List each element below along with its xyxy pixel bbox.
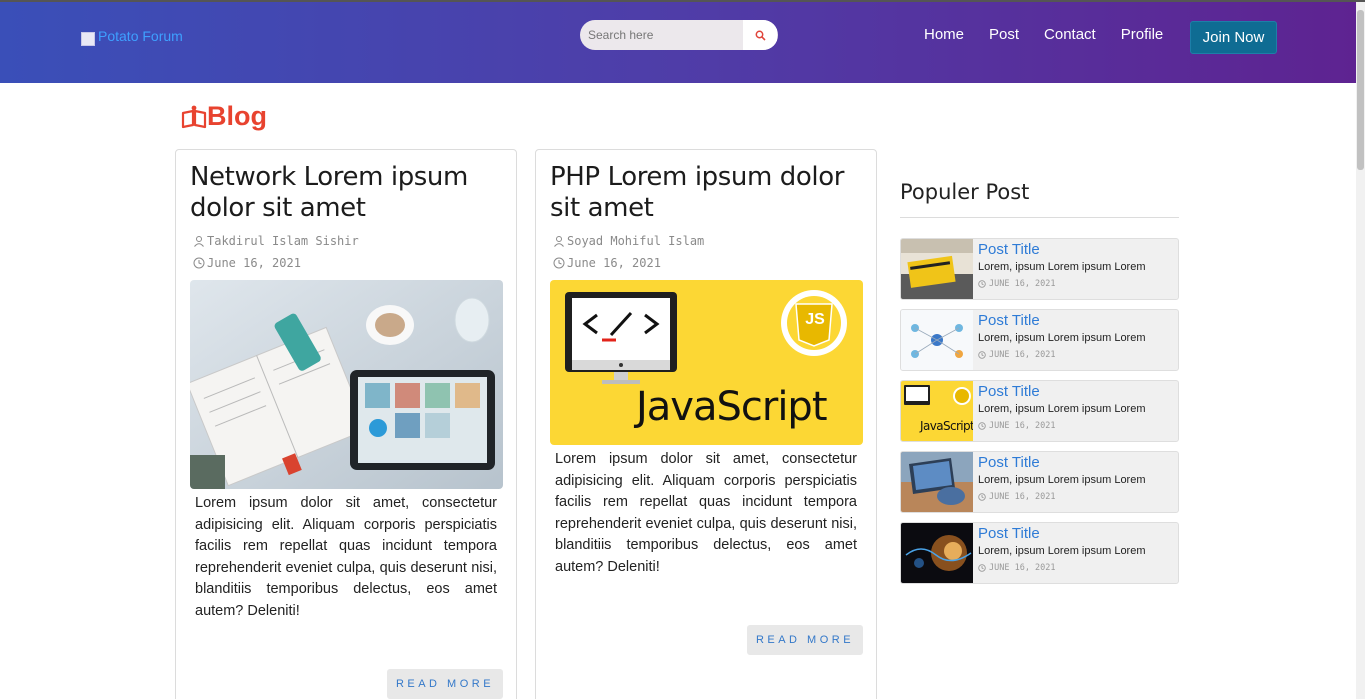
post-title[interactable]: PHP Lorem ipsum dolor sit amet [550,162,870,224]
search-button[interactable] [743,20,777,50]
post-thumbnail [901,239,973,299]
popular-post-desc: Lorem, ipsum Lorem ipsum Lorem [978,261,1146,273]
post-body: Lorem ipsum dolor sit amet, consectetur … [195,495,497,619]
post-body: Lorem ipsum dolor sit amet, consectetur … [555,451,857,575]
main-nav: Home Post Contact Profile [924,21,1188,49]
popular-posts-sidebar: Populer Post Post Title Lorem, ipsum Lor… [900,180,1179,584]
search-icon [755,30,766,41]
clock-icon [978,280,986,288]
popular-post-item[interactable]: Post Title Lorem, ipsum Lorem ipsum Lore… [900,309,1179,371]
author-name: Takdirul Islam Sishir [207,234,359,248]
date-text: JUNE 16, 2021 [989,492,1056,502]
popular-post-desc: Lorem, ipsum Lorem ipsum Lorem [978,332,1146,344]
clock-icon [978,493,986,501]
image-badge-text: JS [805,311,825,328]
date-text: JUNE 16, 2021 [989,350,1056,360]
date-text: JUNE 16, 2021 [989,563,1056,573]
read-more-button[interactable]: READ MORE [387,669,503,699]
popular-post-title[interactable]: Post Title [978,525,1040,542]
post-thumbnail [901,310,973,370]
post-thumbnail [901,452,973,512]
post-date: June 16, 2021 [193,256,301,270]
broken-logo-icon [81,32,95,46]
date-text: JUNE 16, 2021 [989,279,1056,289]
nav-post[interactable]: Post [989,21,1019,49]
brand-text: Potato Forum [98,28,183,44]
post-author: Soyad Mohiful Islam [553,234,704,248]
popular-post-date: JUNE 16, 2021 [978,492,1056,502]
post-author: Takdirul Islam Sishir [193,234,359,248]
clock-icon [978,422,986,430]
popular-post-desc: Lorem, ipsum Lorem ipsum Lorem [978,545,1146,557]
thumbnail-caption: JavaScript [920,419,973,433]
clock-icon [978,564,986,572]
nav-contact[interactable]: Contact [1044,21,1096,49]
read-more-button[interactable]: READ MORE [747,625,863,655]
popular-post-date: JUNE 16, 2021 [978,279,1056,289]
clock-icon [193,257,205,269]
clock-icon [553,257,565,269]
post-image-javascript[interactable]: JS JavaScript [550,280,863,445]
search-input[interactable] [580,20,743,50]
popular-post-item[interactable]: Post Title Lorem, ipsum Lorem ipsum Lore… [900,238,1179,300]
post-title[interactable]: Network Lorem ipsum dolor sit amet [190,162,510,224]
popular-post-item[interactable]: Post Title Lorem, ipsum Lorem ipsum Lore… [900,451,1179,513]
date-text: June 16, 2021 [567,256,661,270]
popular-post-title[interactable]: Post Title [978,383,1040,400]
page-scrollbar[interactable] [1356,2,1365,699]
blog-heading: Blog [181,101,267,132]
user-icon [554,236,564,247]
popular-post-date: JUNE 16, 2021 [978,421,1056,431]
post-thumbnail: JavaScript [901,381,973,441]
nav-home[interactable]: Home [924,21,964,49]
date-text: JUNE 16, 2021 [989,421,1056,431]
navbar: Potato Forum Home Post Contact Profile J… [0,2,1356,83]
popular-post-desc: Lorem, ipsum Lorem ipsum Lorem [978,474,1146,486]
popular-post-title[interactable]: Post Title [978,454,1040,471]
post-card: Network Lorem ipsum dolor sit amet Takdi… [175,149,517,699]
scrollbar-thumb[interactable] [1357,10,1364,170]
sidebar-heading: Populer Post [900,180,1179,218]
popular-post-title[interactable]: Post Title [978,312,1040,329]
date-text: June 16, 2021 [207,256,301,270]
post-card: PHP Lorem ipsum dolor sit amet Soyad Moh… [535,149,877,699]
open-book-icon [181,105,207,128]
popular-post-item[interactable]: JavaScript Post Title Lorem, ipsum Lorem… [900,380,1179,442]
image-caption-text: JavaScript [636,384,828,430]
author-name: Soyad Mohiful Islam [567,234,705,248]
search-bar [580,20,778,50]
join-now-button[interactable]: Join Now [1190,21,1277,54]
post-date: June 16, 2021 [553,256,661,270]
popular-post-desc: Lorem, ipsum Lorem ipsum Lorem [978,403,1146,415]
blog-heading-text: Blog [207,101,267,131]
nav-profile[interactable]: Profile [1121,21,1164,49]
popular-post-item[interactable]: Post Title Lorem, ipsum Lorem ipsum Lore… [900,522,1179,584]
brand-link[interactable]: Potato Forum [81,28,183,46]
clock-icon [978,351,986,359]
popular-post-date: JUNE 16, 2021 [978,350,1056,360]
post-image-tablet[interactable] [190,280,503,489]
user-icon [194,236,204,247]
popular-post-title[interactable]: Post Title [978,241,1040,258]
post-thumbnail [901,523,973,583]
popular-post-date: JUNE 16, 2021 [978,563,1056,573]
